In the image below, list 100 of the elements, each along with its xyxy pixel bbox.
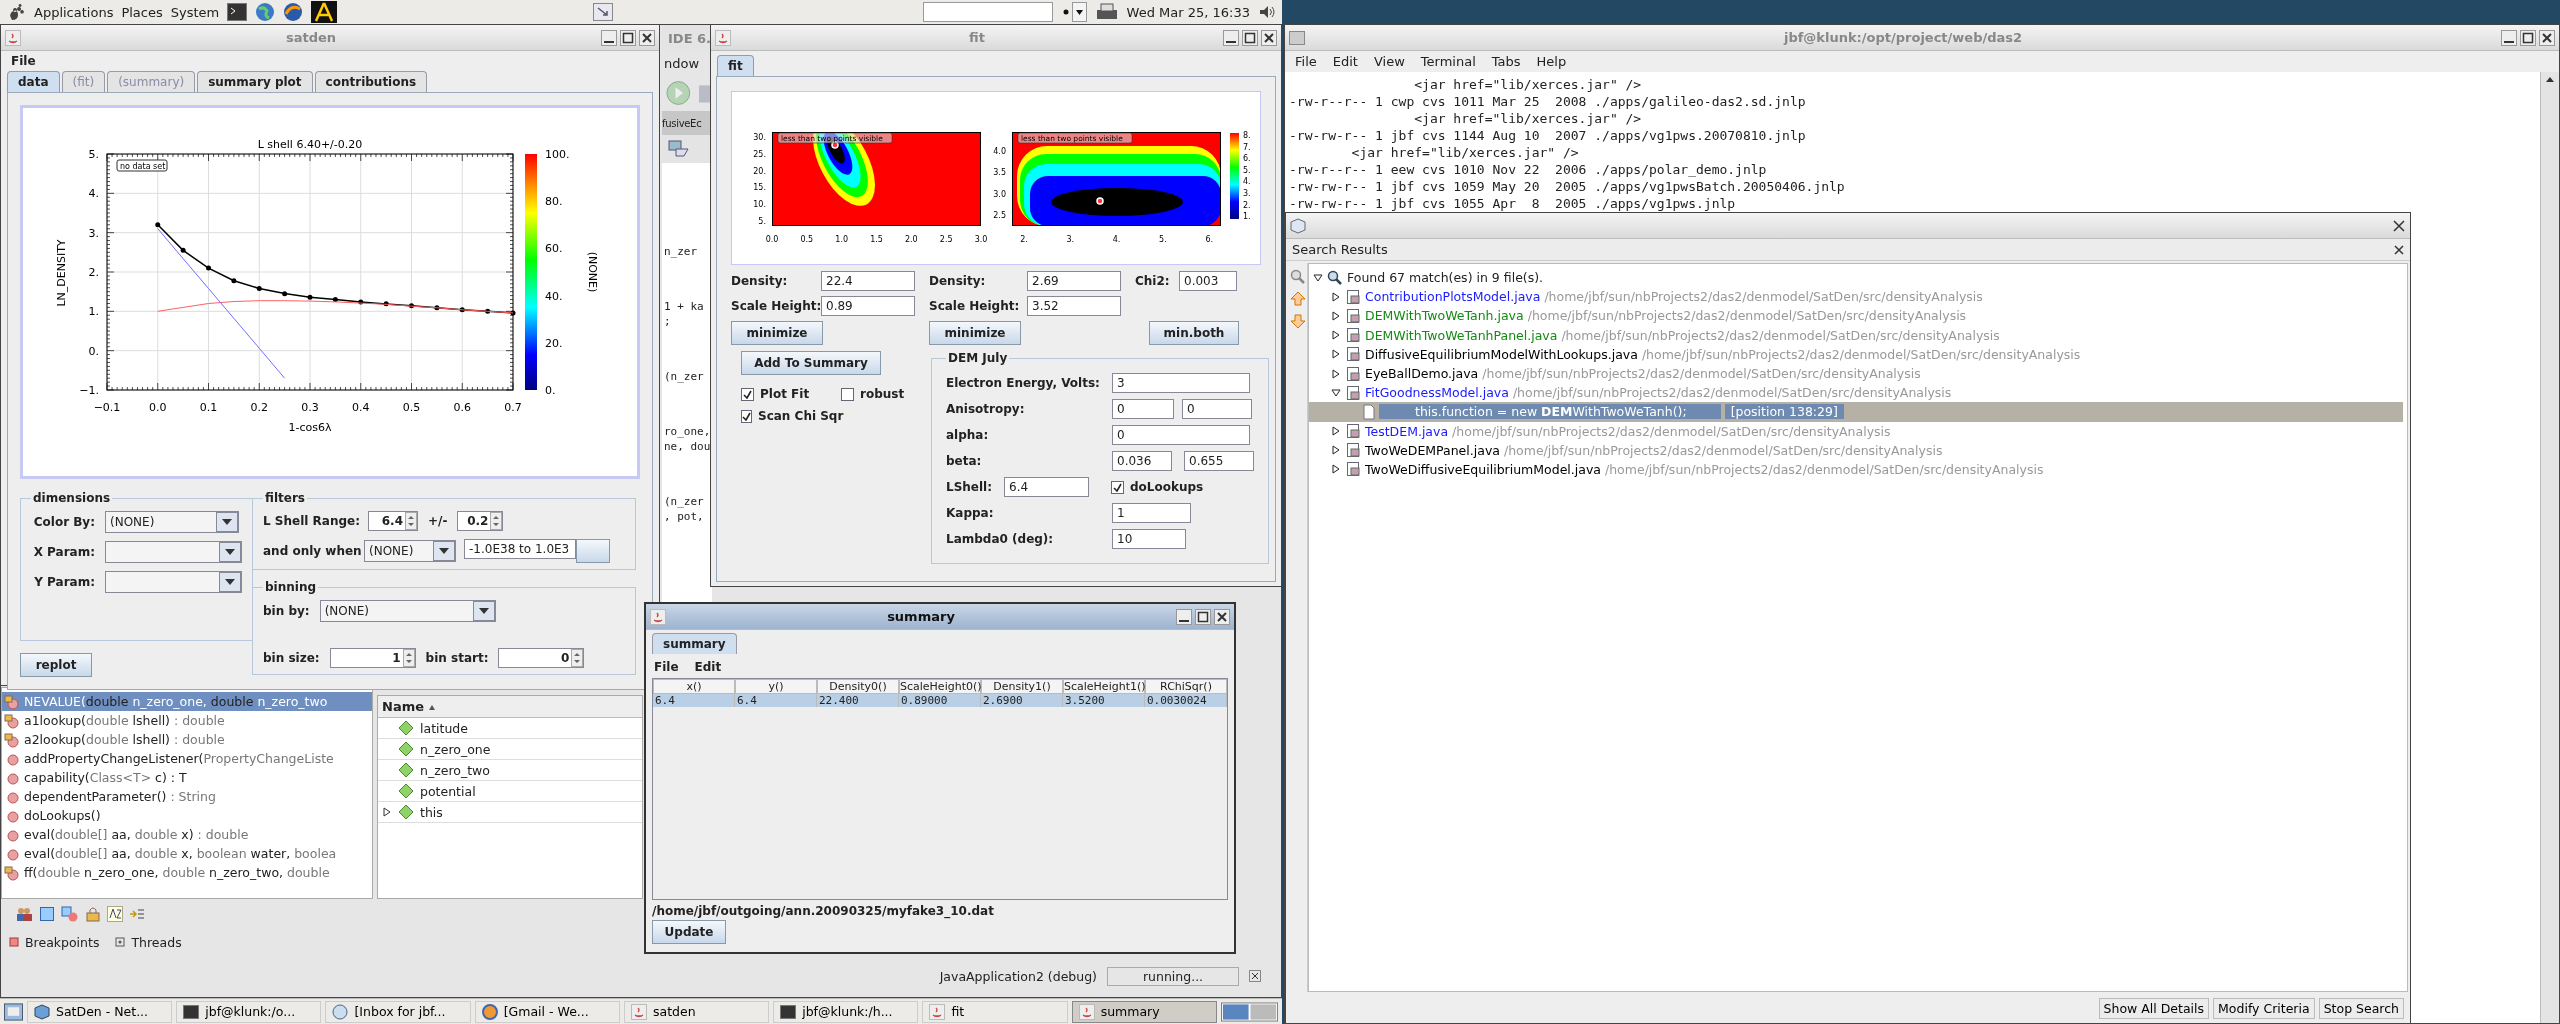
input-field[interactable]: 3 (1112, 373, 1250, 393)
expand-icon[interactable] (1331, 330, 1341, 341)
member-item[interactable]: NEVALUE(double n_zero_one, double n_zero_two (2, 692, 372, 711)
taskbar-item[interactable]: fit (922, 1000, 1068, 1023)
expand-icon[interactable] (382, 807, 392, 817)
file-name[interactable]: ContributionPlotsModel.java (1365, 289, 1541, 305)
dropdown[interactable]: (NONE) (105, 511, 239, 533)
menu-item[interactable]: Edit (694, 660, 722, 674)
file-name[interactable]: TwoWeDiffusiveEquilibriumModel.java (1365, 461, 1601, 477)
close-icon[interactable] (1214, 608, 1230, 625)
tab[interactable]: contributions (314, 71, 428, 92)
caret-icon[interactable] (216, 512, 238, 532)
tool-icon[interactable] (668, 140, 690, 158)
column-header[interactable]: x() (653, 679, 735, 694)
action-button[interactable]: Show All Details (2098, 998, 2210, 1019)
checkbox[interactable] (841, 387, 854, 401)
expand-icon[interactable] (1331, 349, 1341, 360)
terminal-icon[interactable] (227, 3, 248, 21)
square-icon[interactable] (39, 906, 55, 922)
dropdown[interactable]: (NONE) (364, 540, 456, 562)
maximize-icon[interactable] (1242, 29, 1258, 46)
menu-item[interactable]: Edit (1332, 54, 1358, 69)
add-to-summary-button[interactable]: Add To Summary (741, 351, 881, 375)
spinner-arrows-icon[interactable] (405, 512, 417, 530)
maximize-icon[interactable] (620, 29, 636, 46)
taskbar-item[interactable]: jbf@klunk:/o... (176, 1000, 322, 1023)
menu-item[interactable]: Places (121, 4, 163, 20)
caret-icon[interactable] (472, 601, 495, 621)
search-match[interactable]: this.function = new DEMWithTwoWeTanh(); [position 138:29] (1309, 402, 2403, 422)
tree-item[interactable]: Found 67 match(es) in 9 file(s). (1347, 270, 1544, 286)
file-name[interactable]: TestDEM.java (1365, 423, 1449, 439)
checkbox[interactable] (741, 387, 754, 401)
close-icon[interactable] (2394, 244, 2404, 255)
file-name[interactable]: DEMWithTwoWeTanh.java (1365, 308, 1524, 324)
file-name[interactable]: EyeBallDemo.java (1365, 366, 1479, 382)
dropdown[interactable]: (NONE) (319, 600, 496, 622)
file-name[interactable]: DEMWithTwoWeTanhPanel.java (1365, 327, 1558, 343)
maximize-icon[interactable] (1195, 608, 1211, 625)
taskbar-item[interactable]: satden (623, 1000, 770, 1023)
input-field[interactable]: 0 (1182, 399, 1252, 419)
clock[interactable]: Wed Mar 25, 16:33 (1126, 4, 1250, 20)
close-icon[interactable] (1261, 29, 1277, 46)
action-button[interactable]: Stop Search (2318, 998, 2404, 1019)
people-icon[interactable] (15, 906, 33, 922)
table-row[interactable]: 6.4 6.4 22.400 0.89000 2.6900 3.5200 0.0030024 (653, 694, 1227, 707)
column-header[interactable]: y() (735, 679, 817, 694)
member-item[interactable]: capability(Class<T> c) : T (2, 768, 372, 787)
window-icon[interactable] (593, 3, 614, 21)
member-item[interactable]: eval(double[] aa, double x, boolean water, boolea (2, 844, 372, 863)
taskbar-item[interactable]: [Inbox for jbf... (325, 1000, 471, 1023)
menu-item[interactable]: Help (1536, 54, 1567, 69)
expand-icon[interactable] (1331, 464, 1341, 475)
minimize-icon[interactable] (2501, 29, 2517, 46)
member-item[interactable]: a2lookup(double lshell) : double (2, 730, 372, 749)
caret-icon[interactable] (433, 541, 455, 561)
menu-item[interactable]: Tabs (1491, 54, 1521, 69)
column-header[interactable]: RChiSqr() (1145, 679, 1227, 694)
input-field[interactable]: 0 (1112, 399, 1174, 419)
input-field[interactable]: 22.4 (821, 271, 915, 291)
spinner-arrows-icon[interactable] (571, 649, 584, 667)
update-button[interactable]: Update (652, 920, 726, 944)
column-header[interactable]: Density0() (817, 679, 899, 694)
input-field[interactable]: 0.89 (821, 296, 915, 316)
file-name[interactable]: TwoWeDEMPanel.java (1365, 442, 1500, 458)
taskbar-item[interactable]: summary (1071, 1000, 1217, 1023)
taskbar-item[interactable]: [Gmail - We... (474, 1000, 620, 1023)
panel-tab[interactable]: Threads (131, 934, 182, 950)
tab[interactable]: fit (717, 55, 754, 76)
minimize-button[interactable]: minimize (929, 321, 1021, 345)
caret-icon[interactable] (219, 572, 241, 592)
member-item[interactable]: a1lookup(double lshell) : double (2, 711, 372, 730)
globe-icon[interactable] (283, 2, 304, 22)
member-item[interactable]: addPropertyChangeListener(PropertyChangeListe (2, 749, 372, 768)
maximize-icon[interactable] (2520, 29, 2536, 46)
taskbar-item[interactable]: SatDen - Net... (27, 1000, 173, 1023)
input-field[interactable]: 10 (1112, 529, 1186, 549)
menu-item[interactable]: ndow (664, 55, 700, 71)
panel-tab[interactable]: Breakpoints (25, 934, 100, 950)
column-header[interactable]: Density1() (981, 679, 1063, 694)
input-field[interactable]: 3.52 (1027, 296, 1121, 316)
input-field[interactable]: 1 (1112, 503, 1191, 523)
checkbox[interactable] (1111, 480, 1124, 494)
menu-item[interactable]: File (11, 54, 36, 68)
expand-icon[interactable] (1331, 426, 1341, 437)
file-name[interactable]: FitGoodnessModel.java (1365, 385, 1509, 401)
caret-icon[interactable] (219, 542, 241, 562)
min-both-button[interactable]: min.both (1149, 321, 1239, 345)
input-field[interactable]: 0.003 (1179, 271, 1237, 291)
menu-item[interactable]: View (1373, 54, 1405, 69)
menu-item[interactable]: Terminal (1420, 54, 1476, 69)
input-field[interactable]: 0.655 (1184, 451, 1254, 471)
up-arrow-icon[interactable] (1289, 291, 1306, 307)
search-field[interactable] (922, 2, 1053, 22)
input-field[interactable]: 0.036 (1112, 451, 1172, 471)
desktop-icon[interactable] (4, 1002, 23, 1021)
workspace-switcher-icon[interactable] (1220, 1001, 1278, 1022)
expand-icon[interactable] (1331, 368, 1341, 379)
tab[interactable]: summary (652, 633, 737, 654)
tab[interactable]: data (7, 71, 60, 92)
member-item[interactable]: ff(double n_zero_one, double n_zero_two, double (2, 863, 372, 882)
